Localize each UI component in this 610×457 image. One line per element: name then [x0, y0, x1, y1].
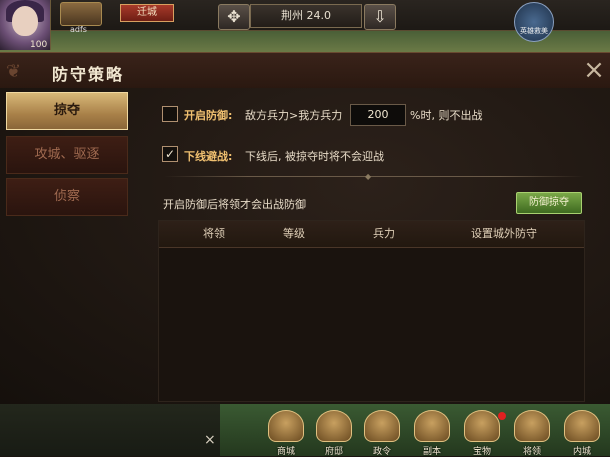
divider-ornament-icon: ◆	[365, 172, 372, 181]
general-helmet-icon	[514, 410, 550, 442]
offline-option-title: 下线避战:	[184, 150, 233, 163]
menu-inner-city[interactable]: 内城	[562, 410, 602, 457]
rescue-beauty-label: 英雄救美	[520, 27, 548, 35]
defense-condition-suffix: %时, 则不出战	[410, 109, 483, 122]
menu-shop-label: 商城	[276, 447, 295, 457]
table-header: 将领 等级 兵力 设置城外防守	[159, 221, 584, 248]
offline-option-text: 下线后, 被掠夺时将不会迎战	[245, 150, 384, 163]
menu-decree[interactable]: 政令	[362, 410, 402, 457]
close-chat-icon[interactable]: ×	[204, 432, 216, 448]
player-level: 100	[30, 40, 48, 50]
map-navigate-icon[interactable]: ✥	[218, 4, 250, 30]
defense-option-title: 开启防御:	[184, 109, 233, 122]
column-troops: 兵力	[373, 227, 395, 240]
sidebar-tabs: 掠夺 攻城、驱逐 侦察	[6, 92, 130, 232]
inner-city-icon	[564, 410, 600, 442]
menu-inner-city-label: 内城	[572, 447, 591, 457]
offline-avoid-checkbox[interactable]: ✓	[162, 146, 178, 162]
defense-condition-text: 敌方兵力>我方兵力	[245, 109, 343, 122]
download-arrow-icon[interactable]: ⇩	[364, 4, 396, 30]
defense-note: 开启防御后将领才会出战防御	[163, 198, 306, 211]
column-outside-defense: 设置城外防守	[471, 227, 537, 240]
avatar-face	[12, 6, 38, 36]
player-name: adfs	[70, 25, 87, 34]
troop-ratio-input[interactable]: 200	[350, 104, 406, 126]
menu-dungeon[interactable]: 副本	[412, 410, 452, 457]
menu-mansion[interactable]: 府邸	[314, 410, 354, 457]
menu-treasure[interactable]: 宝物	[462, 410, 502, 457]
move-city-button[interactable]: 迁城	[120, 4, 174, 22]
defense-checkbox[interactable]	[162, 106, 178, 122]
generals-table: 将领 等级 兵力 设置城外防守	[158, 220, 585, 402]
dialog-header: ❦ 防守策略 ×	[0, 52, 610, 90]
guard-plunder-button[interactable]: 防御掠夺	[516, 192, 582, 214]
city-icon[interactable]	[60, 2, 102, 26]
tab-plunder[interactable]: 掠夺	[6, 92, 128, 130]
notification-badge	[498, 412, 506, 420]
tab-scout[interactable]: 侦察	[6, 178, 128, 216]
column-level: 等级	[283, 227, 305, 240]
check-mark-icon: ✓	[164, 147, 176, 161]
menu-dungeon-label: 副本	[422, 447, 441, 457]
menu-mansion-label: 府邸	[324, 447, 343, 457]
treasure-icon	[464, 410, 500, 442]
location-display: 荆州 24.0	[250, 4, 362, 28]
close-icon[interactable]: ×	[580, 56, 608, 84]
menu-decree-label: 政令	[372, 447, 391, 457]
rescue-beauty-icon[interactable]	[514, 2, 554, 42]
menu-shop[interactable]: 商城	[266, 410, 306, 457]
tab-siege-expel[interactable]: 攻城、驱逐	[6, 136, 128, 174]
mansion-icon	[316, 410, 352, 442]
crossed-swords-icon	[414, 410, 450, 442]
decree-scroll-icon	[364, 410, 400, 442]
shop-icon	[268, 410, 304, 442]
section-divider	[164, 176, 584, 177]
column-general: 将领	[203, 227, 225, 240]
chat-area	[0, 404, 220, 456]
dialog-title: 防守策略	[52, 65, 125, 84]
menu-generals[interactable]: 将领	[512, 410, 552, 457]
menu-generals-label: 将领	[522, 447, 541, 457]
menu-treasure-label: 宝物	[472, 447, 491, 457]
cloud-ornament-icon: ❦	[6, 61, 22, 82]
